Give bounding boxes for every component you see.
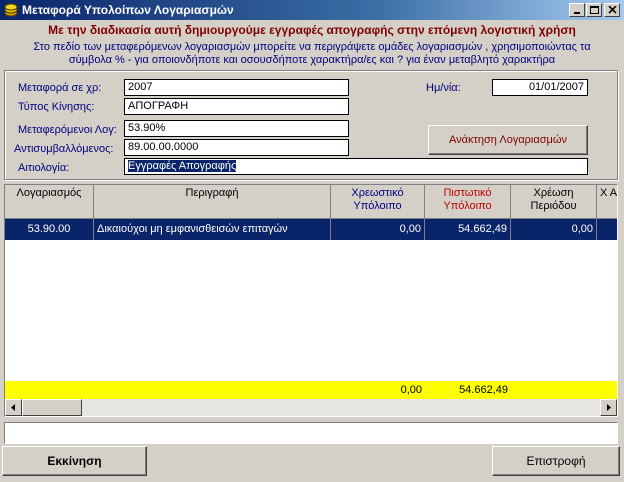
column-header-description[interactable]: Περιγραφή xyxy=(94,185,331,219)
app-coins-icon xyxy=(3,2,19,18)
horizontal-scrollbar[interactable] xyxy=(5,399,617,416)
reason-field[interactable]: Εγγραφές Απογραφής xyxy=(124,158,588,175)
maximize-icon xyxy=(590,6,599,14)
page-heading: Με την διαδικασία αυτή δημιουργούμε εγγρ… xyxy=(48,23,576,37)
column-header-credit-balance[interactable]: Πιστωτικό Υπόλοιπο xyxy=(425,185,511,219)
transferred-accounts-label: Μεταφερόμενοι Λογ: xyxy=(18,124,117,136)
maximize-button[interactable] xyxy=(586,3,602,17)
movement-type-field[interactable]: ΑΠΟΓΡΑΦΗ xyxy=(124,98,349,115)
info-line-2: σύμβολα % - για οποιονδήποτε και οσουσδή… xyxy=(68,54,556,66)
column-header-account[interactable]: Λογαριασμός xyxy=(5,185,94,219)
table-row[interactable]: 53.90.00 Δικαιούχοι μη εμφανισθεισών επι… xyxy=(5,219,617,240)
arrow-left-icon xyxy=(11,404,15,411)
column-header-partial[interactable]: Χ Απ xyxy=(597,185,617,219)
year-field[interactable]: 2007 xyxy=(124,79,349,96)
offset-account-field[interactable]: 89.00.00.0000 xyxy=(124,139,349,156)
cell-debit-balance: 0,00 xyxy=(331,219,425,240)
total-credit-balance: 54.662,49 xyxy=(459,384,508,396)
offset-account-label: Αντισυμβαλλόμενος: xyxy=(14,143,114,155)
title-bar[interactable]: Μεταφορά Υπολοίπων Λογαριασμών xyxy=(0,0,624,20)
close-icon xyxy=(608,6,617,14)
minimize-icon xyxy=(574,12,580,14)
info-text: Στο πεδίο των μεταφερόμενων λογαριασμών … xyxy=(0,41,624,67)
total-debit-balance: 0,00 xyxy=(400,384,422,396)
reason-label: Αιτιολογία: xyxy=(18,162,70,174)
scroll-thumb[interactable] xyxy=(22,399,82,416)
cell-credit-balance: 54.662,49 xyxy=(425,219,511,240)
totals-row: 0,00 54.662,49 xyxy=(5,381,617,399)
info-line-1: Στο πεδίο των μεταφερόμενων λογαριασμών … xyxy=(33,41,591,53)
cell-account: 53.90.00 xyxy=(5,219,94,240)
column-header-debit-balance[interactable]: Χρεωστικό Υπόλοιπο xyxy=(331,185,425,219)
date-label: Ημ/νία: xyxy=(426,82,461,94)
back-button[interactable]: Επιστροφή xyxy=(492,446,620,476)
year-label: Μεταφορά σε χρ: xyxy=(18,82,102,94)
reason-value: Εγγραφές Απογραφής xyxy=(128,160,237,172)
close-button[interactable] xyxy=(604,3,620,17)
column-header-period-debit[interactable]: Χρέωση Περιόδου xyxy=(511,185,597,219)
window-title: Μεταφορά Υπολοίπων Λογαριασμών xyxy=(22,3,234,17)
accounts-grid[interactable]: Λογαριασμός Περιγραφή Χρεωστικό Υπόλοιπο… xyxy=(4,184,618,417)
movement-type-label: Τύπος Κίνησης: xyxy=(18,101,95,113)
scroll-right-button[interactable] xyxy=(600,399,617,416)
cell-period-debit: 0,00 xyxy=(511,219,597,240)
start-button[interactable]: Εκκίνηση xyxy=(2,446,147,476)
minimize-button[interactable] xyxy=(569,3,585,17)
retrieve-accounts-button[interactable]: Ανάκτηση Λογαριασμών xyxy=(428,125,588,155)
status-box xyxy=(4,422,618,444)
scroll-left-button[interactable] xyxy=(5,399,22,416)
cell-description: Δικαιούχοι μη εμφανισθεισών επιταγών xyxy=(94,219,331,240)
transferred-accounts-field[interactable]: 53.90% xyxy=(124,120,349,137)
date-field[interactable]: 01/01/2007 xyxy=(492,79,588,96)
arrow-right-icon xyxy=(607,404,611,411)
